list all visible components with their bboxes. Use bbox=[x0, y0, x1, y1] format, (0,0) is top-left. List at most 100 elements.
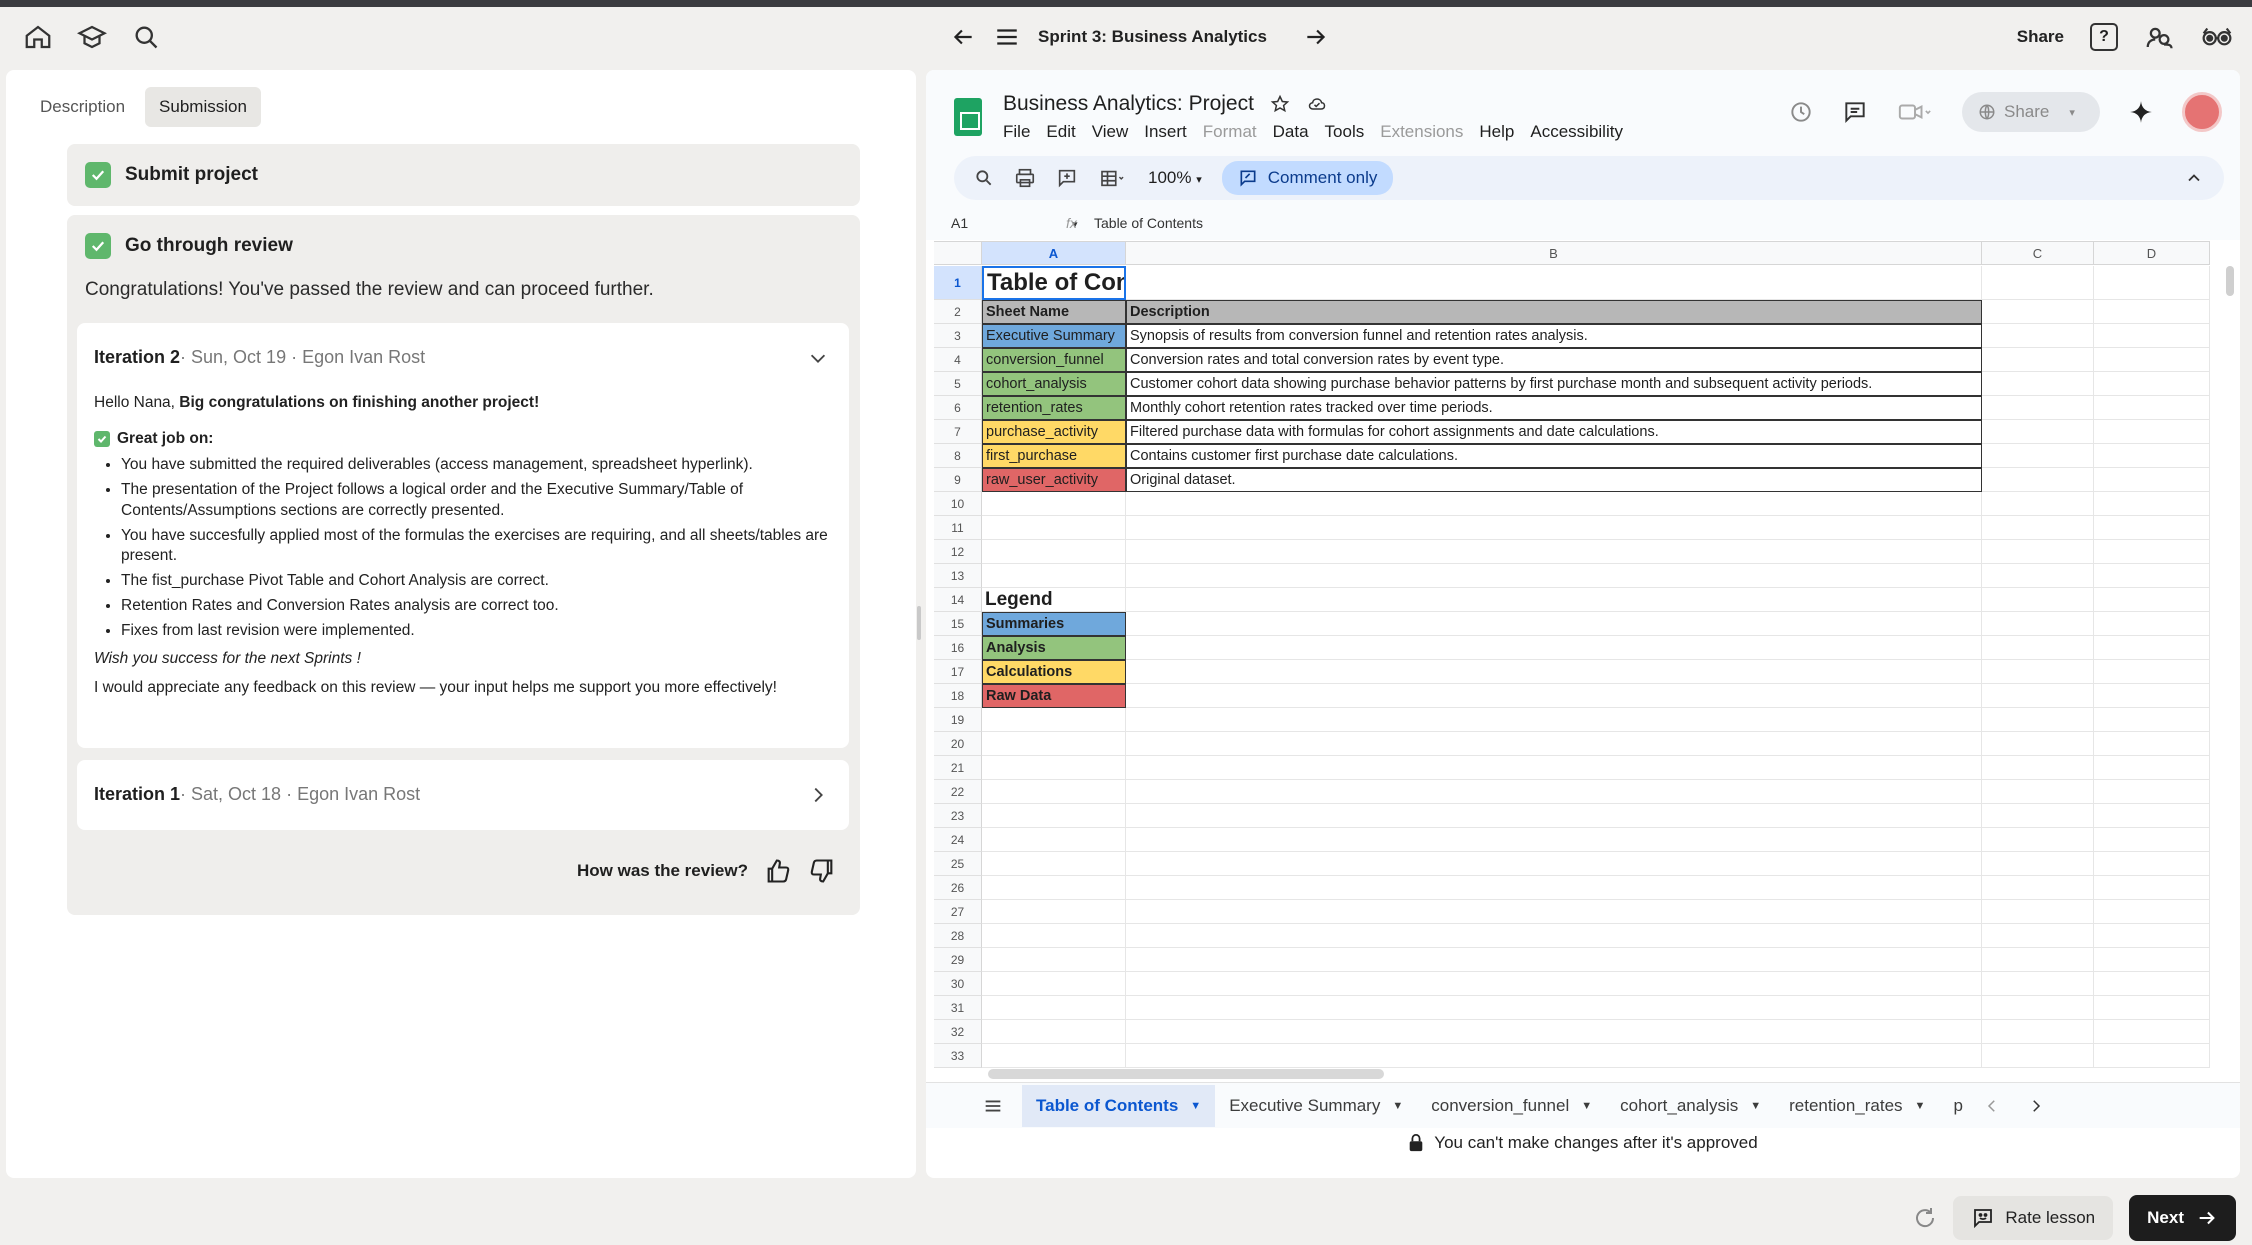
menu-accessibility[interactable]: Accessibility bbox=[1530, 122, 1623, 142]
grid-cell[interactable] bbox=[1982, 564, 2094, 588]
grid-cell[interactable] bbox=[982, 708, 1126, 732]
arrow-left-icon[interactable] bbox=[950, 24, 976, 50]
community-icon[interactable] bbox=[2144, 22, 2174, 52]
grid-cell[interactable] bbox=[2094, 876, 2210, 900]
grid-cell[interactable] bbox=[1982, 828, 2094, 852]
menu-extensions[interactable]: Extensions bbox=[1380, 122, 1463, 142]
row-header[interactable]: 27 bbox=[934, 900, 982, 924]
toc-sheet-name[interactable]: retention_rates bbox=[982, 396, 1126, 420]
name-box[interactable]: A1 ▾ bbox=[951, 215, 1078, 231]
grid-cell[interactable] bbox=[2094, 780, 2210, 804]
row-header[interactable]: 21 bbox=[934, 756, 982, 780]
grid-cell[interactable] bbox=[1982, 924, 2094, 948]
grid-cell[interactable] bbox=[1982, 804, 2094, 828]
row-header[interactable]: 26 bbox=[934, 876, 982, 900]
toc-description[interactable]: Conversion rates and total conversion ra… bbox=[1126, 348, 1982, 372]
grid-cell[interactable] bbox=[1982, 612, 2094, 636]
sheet-tab-table-of-contents[interactable]: Table of Contents ▼ bbox=[1022, 1084, 1216, 1127]
row-header[interactable]: 16 bbox=[934, 636, 982, 660]
toc-sheet-name[interactable]: Executive Summary bbox=[982, 324, 1126, 348]
toc-sheet-name[interactable]: cohort_analysis bbox=[982, 372, 1126, 396]
sheet-tab-conversion-funnel[interactable]: conversion_funnel ▼ bbox=[1417, 1085, 1606, 1127]
column-header-c[interactable]: C bbox=[1982, 241, 2094, 265]
column-header-a[interactable]: A bbox=[982, 241, 1126, 265]
sheet-tab-executive-summary[interactable]: Executive Summary ▼ bbox=[1215, 1085, 1417, 1127]
menu-edit[interactable]: Edit bbox=[1046, 122, 1075, 142]
toc-description[interactable]: Original dataset. bbox=[1126, 468, 1982, 492]
grid-cell[interactable] bbox=[2094, 708, 2210, 732]
grid-cell[interactable] bbox=[1126, 876, 1982, 900]
grid-cell[interactable] bbox=[2094, 516, 2210, 540]
grid-cell[interactable] bbox=[2094, 588, 2210, 612]
sheet-tab-retention-rates[interactable]: retention_rates ▼ bbox=[1775, 1085, 1939, 1127]
column-header-d[interactable]: D bbox=[2094, 241, 2210, 265]
toc-description[interactable]: Customer cohort data showing purchase be… bbox=[1126, 372, 1982, 396]
chevron-right-icon[interactable] bbox=[807, 784, 829, 806]
row-header[interactable]: 15 bbox=[934, 612, 982, 636]
grid-cell[interactable] bbox=[1982, 708, 2094, 732]
doc-title[interactable]: Business Analytics: Project bbox=[1003, 92, 1254, 116]
grid-cell[interactable] bbox=[1126, 1020, 1982, 1044]
grid-cell[interactable] bbox=[1126, 972, 1982, 996]
legend-item[interactable]: Calculations bbox=[982, 660, 1126, 684]
grid-cell[interactable] bbox=[2094, 756, 2210, 780]
grid-cell[interactable] bbox=[1982, 492, 2094, 516]
row-header[interactable]: 10 bbox=[934, 492, 982, 516]
horizontal-scrollbar[interactable] bbox=[988, 1069, 1384, 1079]
grid-cell[interactable] bbox=[982, 492, 1126, 516]
zoom-select[interactable]: 100% ▾ bbox=[1148, 168, 1202, 188]
grid-cell[interactable] bbox=[1982, 732, 2094, 756]
grid-cell[interactable] bbox=[2094, 444, 2210, 468]
row-header[interactable]: 19 bbox=[934, 708, 982, 732]
grid-cell[interactable] bbox=[1982, 588, 2094, 612]
toc-sheet-name[interactable]: raw_user_activity bbox=[982, 468, 1126, 492]
row-header[interactable]: 11 bbox=[934, 516, 982, 540]
row-header[interactable]: 31 bbox=[934, 996, 982, 1020]
legend-title[interactable]: Legend bbox=[982, 588, 1126, 612]
row-header[interactable]: 7 bbox=[934, 420, 982, 444]
grid-cell[interactable] bbox=[1126, 900, 1982, 924]
row-header[interactable]: 5 bbox=[934, 372, 982, 396]
grid-cell[interactable] bbox=[2094, 972, 2210, 996]
grid-cell[interactable] bbox=[982, 948, 1126, 972]
grid-cell[interactable] bbox=[2094, 540, 2210, 564]
row-header[interactable]: 6 bbox=[934, 396, 982, 420]
tab-description[interactable]: Description bbox=[26, 87, 139, 127]
grid-cell[interactable] bbox=[2094, 396, 2210, 420]
grid-cell[interactable] bbox=[2094, 732, 2210, 756]
grid-cell[interactable] bbox=[1126, 588, 1982, 612]
toc-sheet-name[interactable]: conversion_funnel bbox=[982, 348, 1126, 372]
thumbs-up-icon[interactable] bbox=[764, 857, 792, 885]
grid-cell[interactable] bbox=[2094, 828, 2210, 852]
grid-cell[interactable] bbox=[1982, 444, 2094, 468]
grid-cell[interactable] bbox=[1126, 852, 1982, 876]
grid-cell[interactable] bbox=[2094, 266, 2210, 300]
grid-cell[interactable] bbox=[1126, 828, 1982, 852]
refresh-icon[interactable] bbox=[1913, 1206, 1937, 1230]
graduation-cap-icon[interactable] bbox=[76, 21, 108, 53]
avatar[interactable] bbox=[2182, 92, 2222, 132]
grid-cell[interactable] bbox=[982, 756, 1126, 780]
grid-cell[interactable] bbox=[1982, 660, 2094, 684]
chevron-right-icon[interactable] bbox=[2027, 1097, 2045, 1115]
row-header[interactable]: 20 bbox=[934, 732, 982, 756]
grid-cell[interactable] bbox=[982, 972, 1126, 996]
row-header[interactable]: 3 bbox=[934, 324, 982, 348]
grid-cell[interactable] bbox=[1126, 804, 1982, 828]
row-header[interactable]: 9 bbox=[934, 468, 982, 492]
sheet-tab-truncated[interactable]: p bbox=[1939, 1085, 1976, 1127]
row-header[interactable]: 30 bbox=[934, 972, 982, 996]
legend-item[interactable]: Summaries bbox=[982, 612, 1126, 636]
grid-cell[interactable] bbox=[982, 828, 1126, 852]
grid-cell[interactable] bbox=[1126, 636, 1982, 660]
toc-sheet-name[interactable]: purchase_activity bbox=[982, 420, 1126, 444]
grid-cell[interactable] bbox=[2094, 348, 2210, 372]
toc-description[interactable]: Filtered purchase data with formulas for… bbox=[1126, 420, 1982, 444]
grid-cell[interactable] bbox=[1982, 372, 2094, 396]
print-icon[interactable] bbox=[1014, 167, 1036, 189]
chevron-left-icon[interactable] bbox=[1983, 1097, 2001, 1115]
grid-cell[interactable] bbox=[2094, 468, 2210, 492]
grid-cell[interactable] bbox=[2094, 492, 2210, 516]
add-comment-icon[interactable] bbox=[1056, 167, 1078, 189]
vertical-scrollbar[interactable] bbox=[2226, 266, 2234, 296]
